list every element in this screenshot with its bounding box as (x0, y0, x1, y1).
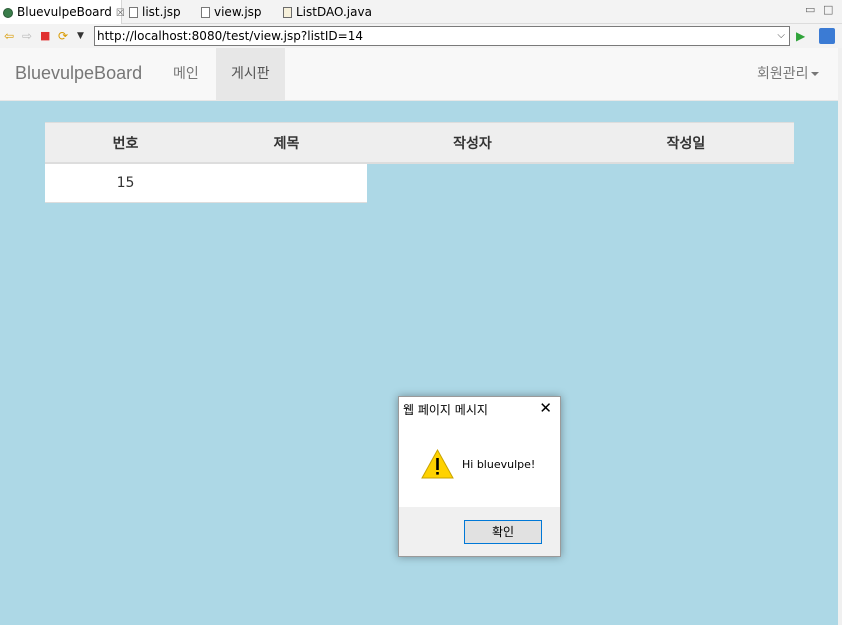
tab-bluevulpeboard[interactable]: BluevulpeBoard ☒ (0, 0, 125, 24)
navbar: BluevulpeBoard 메인 게시판 회원관리 (0, 48, 838, 101)
dialog-footer: 확인 (399, 507, 560, 556)
board-table: 번호 제목 작성자 작성일 15 (45, 122, 794, 203)
cell-author (367, 163, 578, 203)
ok-button[interactable]: 확인 (464, 520, 542, 544)
editor-tab-strip: BluevulpeBoard ☒ list.jsp view.jsp ListDA… (0, 0, 842, 24)
table-header-row: 번호 제목 작성자 작성일 (45, 122, 794, 164)
member-menu-label: 회원관리 (757, 66, 809, 82)
header-author: 작성자 (367, 122, 578, 164)
chevron-down-icon[interactable]: ⌵ (777, 27, 785, 45)
globe-icon (3, 7, 13, 18)
table-row: 15 (45, 163, 794, 203)
header-title: 제목 (206, 122, 367, 164)
tab-list-jsp[interactable]: list.jsp (129, 0, 181, 24)
nav-item-main[interactable]: 메인 (158, 48, 214, 100)
back-arrow-icon[interactable]: ⇦ (4, 28, 14, 44)
stop-icon[interactable]: ■ (40, 28, 50, 44)
dropdown-arrow-icon[interactable]: ▼ (77, 28, 84, 44)
close-tab-icon[interactable]: ☒ (116, 8, 125, 19)
close-icon[interactable]: ✕ (539, 399, 552, 417)
minimize-icon[interactable]: ▭ (805, 3, 815, 16)
window-right-edge (838, 48, 842, 625)
tab-listdao-java[interactable]: ListDAO.java (283, 0, 372, 24)
caret-down-icon (810, 72, 819, 76)
cell-date (578, 163, 794, 203)
url-field[interactable]: http://localhost:8080/test/view.jsp?list… (94, 26, 790, 46)
browser-toolbar: ⇦ ⇨ ■ ⟳ ▼ http://localhost:8080/test/vie… (0, 24, 842, 48)
navbar-brand[interactable]: BluevulpeBoard (15, 63, 142, 84)
jsp-file-icon (129, 7, 138, 18)
header-number: 번호 (45, 122, 206, 164)
refresh-icon[interactable]: ⟳ (58, 28, 68, 44)
url-text: http://localhost:8080/test/view.jsp?list… (97, 29, 363, 43)
alert-dialog: 웹 페이지 메시지 ✕ Hi bluevulpe! 확인 (398, 396, 561, 557)
cell-title (206, 163, 367, 203)
go-icon[interactable]: ▶ (796, 28, 805, 44)
browser-settings-icon[interactable] (819, 28, 835, 44)
maximize-icon[interactable]: □ (823, 3, 833, 16)
member-menu-dropdown[interactable]: 회원관리 (742, 48, 834, 100)
tab-label: ListDAO.java (296, 5, 372, 19)
dialog-message: Hi bluevulpe! (462, 458, 536, 471)
jsp-file-icon (201, 7, 210, 18)
java-file-icon (283, 7, 292, 18)
cell-number: 15 (45, 163, 206, 203)
tab-label: view.jsp (214, 5, 262, 19)
tab-label: BluevulpeBoard (17, 5, 112, 19)
header-date: 작성일 (578, 122, 794, 164)
warning-icon (421, 449, 454, 479)
tab-label: list.jsp (142, 5, 181, 19)
dialog-title: 웹 페이지 메시지 (403, 403, 488, 417)
tab-view-jsp[interactable]: view.jsp (201, 0, 262, 24)
nav-item-board[interactable]: 게시판 (216, 48, 285, 100)
forward-arrow-icon[interactable]: ⇨ (22, 28, 32, 44)
